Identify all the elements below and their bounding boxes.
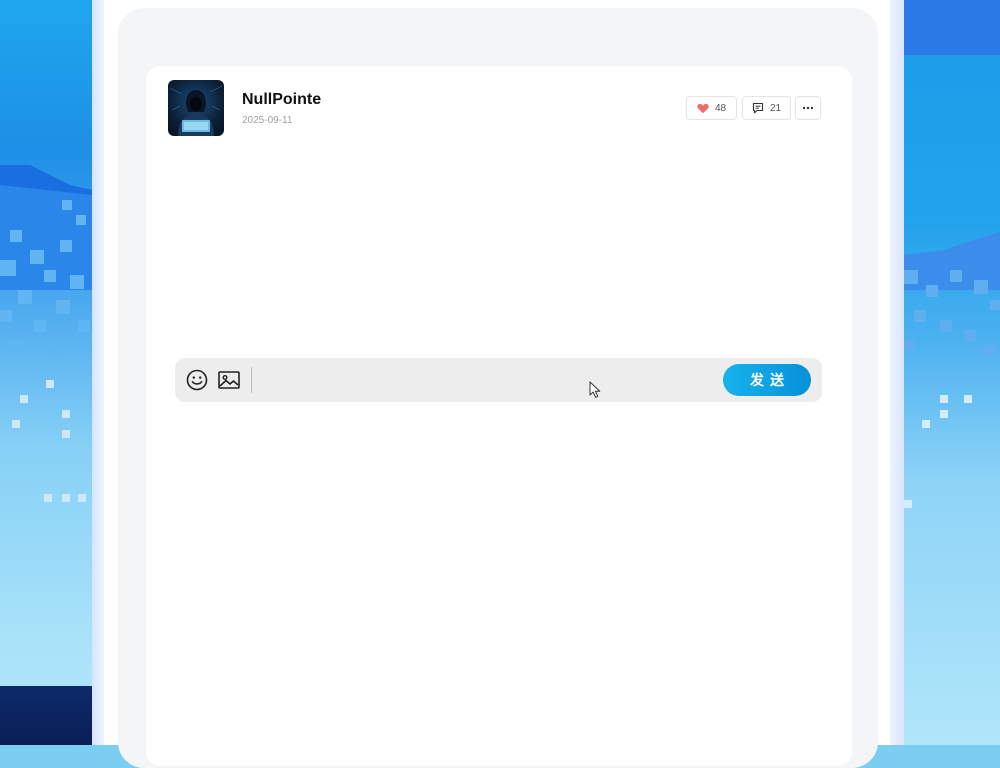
comment-icon [752,102,764,114]
like-button[interactable]: 48 [686,96,737,120]
author-name[interactable]: NullPointe [242,91,321,109]
app-panel: NullPointe 2025-09-11 48 21 发送 [104,0,890,768]
toolbar-divider [251,367,252,393]
send-button[interactable]: 发送 [723,364,811,396]
image-icon[interactable] [217,369,241,391]
right-background-art [904,0,1000,745]
more-dots-icon [802,106,814,110]
comment-input[interactable] [261,366,715,396]
post-date: 2025-09-11 [242,115,293,126]
smiley-icon[interactable] [185,368,209,392]
left-background-art [0,0,92,745]
heart-icon [697,103,709,114]
comment-composer: 发送 [175,358,822,402]
comment-count: 21 [769,102,782,114]
post-card: NullPointe 2025-09-11 48 21 发送 [146,66,852,766]
like-count: 48 [714,102,727,114]
right-edge-glow [890,0,904,745]
mouse-pointer-icon [589,381,603,404]
more-options-button[interactable] [795,96,821,120]
author-avatar[interactable] [168,80,224,136]
comment-count-button[interactable]: 21 [742,96,791,120]
left-edge-glow [92,0,104,745]
